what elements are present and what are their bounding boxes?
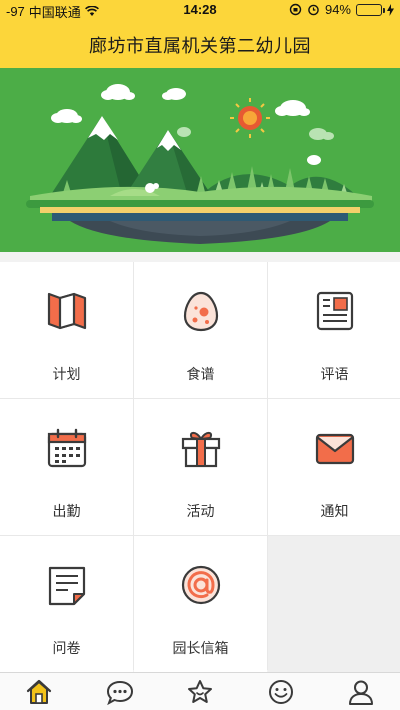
page-title: 廊坊市直属机关第二幼儿园 [89,36,311,56]
smile-icon [269,680,293,704]
chat-icon [106,680,134,705]
gift-icon [180,427,222,469]
bottom-tab-bar [0,672,400,710]
mountain-island-illustration [26,84,374,244]
menu-item-comment[interactable]: 评语 [268,262,400,398]
menu-item-plan[interactable]: 计划 [0,262,133,398]
questionnaire-icon [46,564,88,606]
battery-percent: 94% [324,2,351,17]
recipe-egg-icon [180,290,222,332]
tab-discover[interactable] [267,679,295,705]
mail-icon [314,427,356,469]
orientation-lock-icon [289,3,302,16]
menu-item-principal-mailbox[interactable]: 园长信箱 [134,536,267,672]
menu-item-label: 评语 [320,366,349,382]
menu-item-label: 出勤 [52,503,81,519]
menu-item-label: 食谱 [186,366,215,382]
tab-chat[interactable] [106,679,134,705]
at-sign-icon [180,564,222,606]
user-icon [349,680,373,705]
star-icon [188,680,212,703]
home-icon [26,679,52,704]
alarm-icon [307,3,320,16]
calendar-icon [46,427,88,469]
tab-favorites[interactable] [186,679,214,705]
menu-item-notice[interactable]: 通知 [268,399,400,535]
plan-icon [46,290,88,332]
app-header: -97 中国联通 14:28 94% 廊坊市直属机关第二幼儿园 [0,0,400,68]
comment-icon [314,290,356,332]
menu-item-label: 园长信箱 [172,640,229,656]
menu-item-label: 活动 [186,503,215,519]
menu-item-label: 通知 [320,503,349,519]
charging-icon [387,3,394,16]
menu-item-label: 问卷 [52,640,81,656]
status-right: 94% [289,2,394,17]
tab-profile[interactable] [347,679,375,705]
menu-item-attendance[interactable]: 出勤 [0,399,133,535]
menu-item-activity[interactable]: 活动 [134,399,267,535]
status-bar: -97 中国联通 14:28 94% [0,0,400,20]
battery-icon [356,3,385,16]
empty-cell [268,536,400,672]
menu-item-label: 计划 [52,366,81,382]
banner-illustration [0,68,400,252]
menu-item-questionnaire[interactable]: 问卷 [0,536,133,672]
menu-grid: 计划 食谱 评语 出勤 活动 通知 问卷 园长信箱 [0,262,400,672]
menu-item-recipe[interactable]: 食谱 [134,262,267,398]
tab-home[interactable] [25,679,53,705]
